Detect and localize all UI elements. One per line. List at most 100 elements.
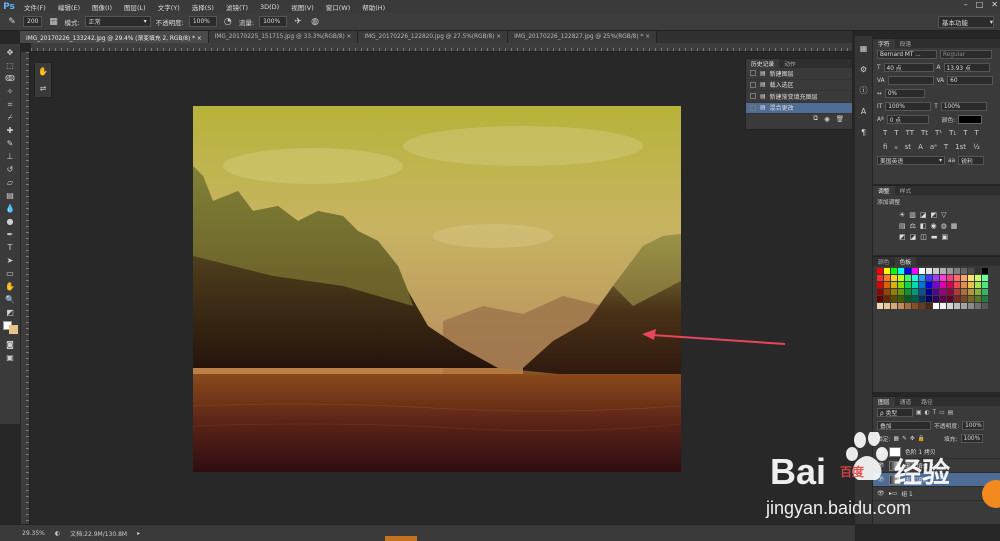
horizontal-scale-input[interactable]: 100% [940, 102, 987, 111]
document-image[interactable] [193, 106, 681, 472]
color-swatch[interactable] [905, 303, 911, 309]
menu-3d[interactable]: 3D(D) [254, 3, 285, 11]
color-swatch[interactable] [982, 303, 988, 309]
mode-select[interactable]: 正常 ▾ [84, 16, 151, 27]
color-swatch[interactable] [940, 296, 946, 302]
color-swatch[interactable] [933, 289, 939, 295]
font-style-select[interactable]: Regular [940, 50, 992, 59]
history-snapshot-box[interactable] [750, 81, 756, 88]
menu-help[interactable]: 帮助(H) [356, 2, 391, 12]
layer-opacity-input[interactable]: 100% [962, 421, 985, 430]
color-swatch[interactable] [982, 268, 988, 274]
character-panel-icon[interactable]: A [858, 105, 870, 117]
healing-tool-icon[interactable]: ✚ [3, 126, 17, 136]
menu-select[interactable]: 选择(S) [186, 2, 220, 12]
color-swatch[interactable] [877, 289, 883, 295]
tab-paragraph[interactable]: 段落 [895, 39, 917, 48]
pen-tool-icon[interactable]: ✒ [3, 230, 17, 240]
color-swatch[interactable] [933, 303, 939, 309]
swash-icon[interactable]: A [918, 143, 923, 151]
color-swatch[interactable] [919, 296, 925, 302]
marquee-tool-icon[interactable]: ⬚ [3, 61, 17, 71]
color-swatch[interactable] [919, 289, 925, 295]
color-swatch[interactable] [933, 275, 939, 281]
color-swatch[interactable] [961, 303, 967, 309]
color-swatch[interactable] [884, 289, 890, 295]
color-swatch[interactable] [919, 268, 925, 274]
path-select-tool-icon[interactable]: ➤ [3, 256, 17, 266]
color-swatch[interactable] [898, 289, 904, 295]
color-swatch[interactable] [891, 303, 897, 309]
minimize-button[interactable]: – [964, 0, 968, 9]
filter-adjust-icon[interactable]: ◐ [924, 410, 929, 416]
color-swatch[interactable] [940, 282, 946, 288]
color-swatch[interactable] [961, 282, 967, 288]
discretionary-icon[interactable]: ℴ [894, 143, 897, 151]
color-swatch[interactable] [926, 303, 932, 309]
zoom-level[interactable]: 29.35% [22, 530, 45, 537]
small-caps-icon[interactable]: Tt [921, 129, 928, 137]
history-item[interactable]: ▤ 新建渐变填充图层 [746, 91, 852, 103]
color-swatch[interactable] [933, 268, 939, 274]
tab-paths[interactable]: 路径 [916, 397, 938, 406]
color-swatch[interactable] [905, 275, 911, 281]
font-family-select[interactable]: Bernard MT ... [877, 50, 937, 59]
color-swatch[interactable] [954, 275, 960, 281]
levels-icon[interactable]: ▥ [909, 211, 916, 219]
stamp-tool-icon[interactable]: ⊥ [3, 152, 17, 162]
language-select[interactable]: 美国英语 ▾ [877, 156, 945, 165]
color-swatch[interactable] [975, 282, 981, 288]
color-swatch[interactable] [884, 282, 890, 288]
brush-tool-icon[interactable]: ✎ [3, 139, 17, 149]
color-swatch[interactable] [877, 275, 883, 281]
color-swatch[interactable] [877, 296, 883, 302]
color-swatch[interactable] [898, 303, 904, 309]
history-panel-icon[interactable]: ▦ [858, 42, 870, 54]
history-item-active[interactable]: ▤ 混合更改 [746, 102, 852, 114]
brush-panel-icon[interactable]: ▦ [47, 16, 59, 28]
eyedropper-tool-icon[interactable]: ⌿ [3, 113, 17, 123]
color-balance-icon[interactable]: ⚖ [910, 222, 916, 230]
color-swatch[interactable] [898, 268, 904, 274]
tab-color[interactable]: 颜色 [873, 257, 895, 266]
blend-mode-select[interactable]: 叠加 [877, 421, 931, 430]
faux-bold-icon[interactable]: T [883, 129, 887, 137]
menu-window[interactable]: 窗口(W) [320, 2, 357, 12]
color-swatch[interactable] [968, 282, 974, 288]
brush-preset-icon[interactable]: ✋ [38, 67, 48, 76]
antialias-select[interactable]: 锐利 [958, 156, 985, 165]
tab-adjustments[interactable]: 调整 [873, 186, 895, 195]
color-swatch[interactable] [926, 296, 932, 302]
color-swatch[interactable] [877, 282, 883, 288]
color-swatch[interactable] [954, 296, 960, 302]
color-swatch[interactable] [905, 282, 911, 288]
color-swatch[interactable] [912, 303, 918, 309]
color-swatch[interactable] [961, 289, 967, 295]
tab-layers[interactable]: 图层 [873, 397, 895, 406]
tab-document-3[interactable]: IMG_20170226_122820.jpg @ 27.5%(RGB/8) × [358, 31, 509, 43]
color-swatch[interactable] [891, 282, 897, 288]
menu-layer[interactable]: 图层(L) [118, 2, 152, 12]
color-swatch[interactable] [905, 296, 911, 302]
status-menu-icon[interactable]: ▸ [137, 530, 140, 537]
filter-smart-icon[interactable]: ▤ [948, 410, 953, 416]
posterize-icon[interactable]: ◪ [910, 233, 917, 241]
color-swatches[interactable] [2, 321, 18, 337]
clone-source-icon[interactable]: ⇌ [40, 84, 47, 93]
color-swatch[interactable] [891, 268, 897, 274]
color-swatch[interactable] [940, 275, 946, 281]
titling-icon[interactable]: aᵃ [930, 143, 937, 151]
color-swatch[interactable] [926, 275, 932, 281]
maximize-button[interactable]: □ [976, 0, 984, 9]
threshold-icon[interactable]: ◫ [920, 233, 927, 241]
tab-channels[interactable]: 通道 [895, 397, 917, 406]
tab-actions[interactable]: 动作 [779, 59, 801, 68]
color-swatch[interactable] [919, 303, 925, 309]
tab-document-4[interactable]: IMG_20170226_122827.jpg @ 25%(RGB/8) * × [508, 31, 658, 43]
info-icon[interactable]: ◐ [55, 530, 60, 537]
color-swatch[interactable] [947, 275, 953, 281]
crop-tool-icon[interactable]: ⌗ [3, 100, 17, 110]
filter-shape-icon[interactable]: ▭ [939, 410, 944, 416]
pressure-size-icon[interactable]: ◍ [309, 16, 321, 28]
workspace-select[interactable]: 基本功能 ▾ [938, 16, 994, 28]
